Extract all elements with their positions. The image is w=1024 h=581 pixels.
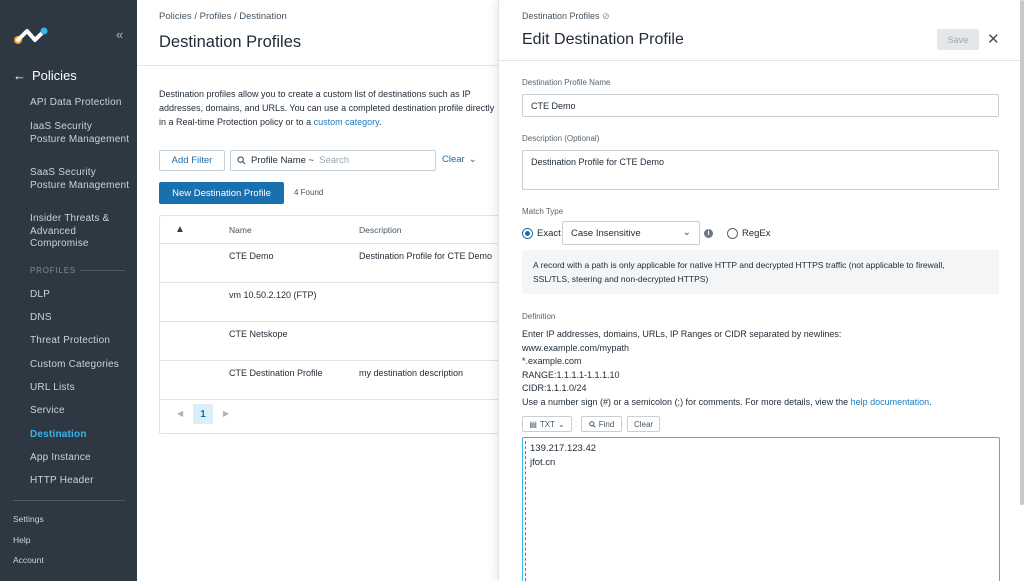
- editor-content[interactable]: 139.217.123.42 jfot.cn: [530, 442, 596, 469]
- sidebar-item-settings[interactable]: Settings: [13, 514, 44, 524]
- main-content: Policies / Profiles / Destination Destin…: [137, 0, 501, 581]
- new-destination-profile-button[interactable]: New Destination Profile: [159, 182, 284, 204]
- definition-help: Enter IP addresses, domains, URLs, IP Ra…: [522, 329, 932, 407]
- definition-label: Definition: [522, 312, 556, 321]
- prev-page-icon[interactable]: ◀: [177, 409, 183, 418]
- sidebar-item-help[interactable]: Help: [13, 535, 30, 545]
- results-count: 4 Found: [294, 188, 324, 197]
- profile-name-input[interactable]: CTE Demo: [522, 94, 999, 117]
- page-number[interactable]: 1: [193, 404, 213, 424]
- match-type-label: Match Type: [522, 207, 564, 216]
- sidebar-item-http-header[interactable]: HTTP Header: [30, 475, 130, 488]
- profile-name-filter[interactable]: Profile Name ~ Search: [230, 150, 436, 171]
- page-title: Destination Profiles: [159, 33, 302, 51]
- sidebar-item-saas-security[interactable]: SaaS Security Posture Management: [30, 167, 130, 192]
- search-icon: [588, 420, 596, 428]
- exact-label: Exact: [537, 228, 561, 239]
- intro-text: Destination profiles allow you to create…: [159, 89, 495, 127]
- clear-filter-button[interactable]: Clear ⌄: [442, 154, 477, 165]
- breadcrumb[interactable]: Policies / Profiles / Destination: [159, 11, 287, 22]
- txt-format-button[interactable]: ▤ TXT ⌄: [522, 416, 572, 432]
- path-record-note: A record with a path is only applicable …: [522, 250, 999, 294]
- warning-icon: ▲: [175, 224, 185, 235]
- definition-editor[interactable]: 139.217.123.42 jfot.cn: [522, 437, 1000, 581]
- profile-name-label: Destination Profile Name: [522, 78, 611, 87]
- find-button[interactable]: Find: [581, 416, 622, 432]
- help-documentation-link[interactable]: help documentation: [851, 397, 930, 407]
- case-sensitivity-select[interactable]: Case Insensitive ⌄: [562, 221, 700, 245]
- chevron-down-icon: ⌄: [468, 154, 477, 165]
- column-name[interactable]: Name: [229, 225, 252, 235]
- save-button[interactable]: Save: [937, 29, 979, 50]
- drawer-divider: [499, 60, 1024, 61]
- profiles-table: ▲ Name Description CTE Demo Destination …: [159, 215, 501, 434]
- add-filter-button[interactable]: Add Filter: [159, 150, 225, 171]
- drawer-title: Edit Destination Profile: [522, 31, 684, 48]
- sidebar-divider: [13, 500, 125, 501]
- table-header: ▲ Name Description: [160, 216, 501, 244]
- chevron-down-icon: ⌄: [682, 227, 691, 238]
- policies-heading: Policies: [32, 68, 77, 83]
- file-icon: ▤: [529, 419, 537, 429]
- chevron-down-icon: ⌄: [557, 419, 565, 429]
- sidebar-item-service[interactable]: Service: [30, 405, 130, 418]
- sidebar-item-app-instance[interactable]: App Instance: [30, 452, 130, 465]
- table-row[interactable]: vm 10.50.2.120 (FTP): [160, 283, 501, 322]
- table-row[interactable]: CTE Netskope: [160, 322, 501, 361]
- sidebar-item-custom-categories[interactable]: Custom Categories: [30, 359, 130, 372]
- table-row[interactable]: CTE Destination Profile my destination d…: [160, 361, 501, 400]
- sidebar-item-threat-protection[interactable]: Threat Protection: [30, 335, 130, 348]
- next-page-icon[interactable]: ▶: [223, 409, 229, 418]
- page-scrollbar[interactable]: [1020, 0, 1024, 505]
- info-icon[interactable]: i: [704, 229, 713, 238]
- table-row[interactable]: CTE Demo Destination Profile for CTE Dem…: [160, 244, 501, 283]
- collapse-sidebar-icon[interactable]: «: [116, 27, 123, 42]
- sidebar: « ← Policies API Data Protection IaaS Se…: [0, 0, 137, 581]
- header-divider: [137, 65, 500, 66]
- sidebar-item-url-lists[interactable]: URL Lists: [30, 382, 130, 395]
- description-label: Description (Optional): [522, 134, 600, 143]
- link-icon: ⊘: [602, 11, 610, 21]
- sidebar-item-dlp[interactable]: DLP: [30, 289, 130, 302]
- drawer-breadcrumb[interactable]: Destination Profiles ⊘: [522, 11, 610, 22]
- profiles-section-label: PROFILES: [30, 266, 125, 275]
- sidebar-item-insider-threats[interactable]: Insider Threats & Advanced Compromise: [30, 213, 130, 251]
- exact-radio[interactable]: [522, 228, 533, 239]
- sidebar-item-api-data-protection[interactable]: API Data Protection: [30, 97, 130, 110]
- regex-label: RegEx: [742, 228, 771, 239]
- regex-radio[interactable]: [727, 228, 738, 239]
- filter-field-label: Profile Name ~: [251, 155, 315, 166]
- clear-editor-button[interactable]: Clear: [627, 416, 660, 432]
- sidebar-item-dns[interactable]: DNS: [30, 312, 130, 325]
- arrow-left-icon: ←: [13, 68, 26, 83]
- sidebar-item-destination[interactable]: Destination: [30, 429, 130, 442]
- edit-drawer: Destination Profiles ⊘ Edit Destination …: [498, 0, 1024, 581]
- sidebar-item-iaas-security[interactable]: IaaS Security Posture Management: [30, 121, 130, 146]
- sidebar-item-account[interactable]: Account: [13, 555, 44, 565]
- description-input[interactable]: Destination Profile for CTE Demo: [522, 150, 999, 190]
- back-to-policies[interactable]: ← Policies: [13, 68, 77, 83]
- search-icon: [237, 156, 246, 165]
- pagination: ◀ 1 ▶: [160, 396, 501, 434]
- custom-category-link[interactable]: custom category: [314, 117, 379, 127]
- column-description[interactable]: Description: [359, 225, 402, 235]
- netskope-logo-icon[interactable]: [13, 26, 49, 46]
- close-icon[interactable]: ✕: [987, 30, 1000, 48]
- editor-gutter: [525, 441, 526, 581]
- filter-search-input[interactable]: Search: [319, 155, 349, 166]
